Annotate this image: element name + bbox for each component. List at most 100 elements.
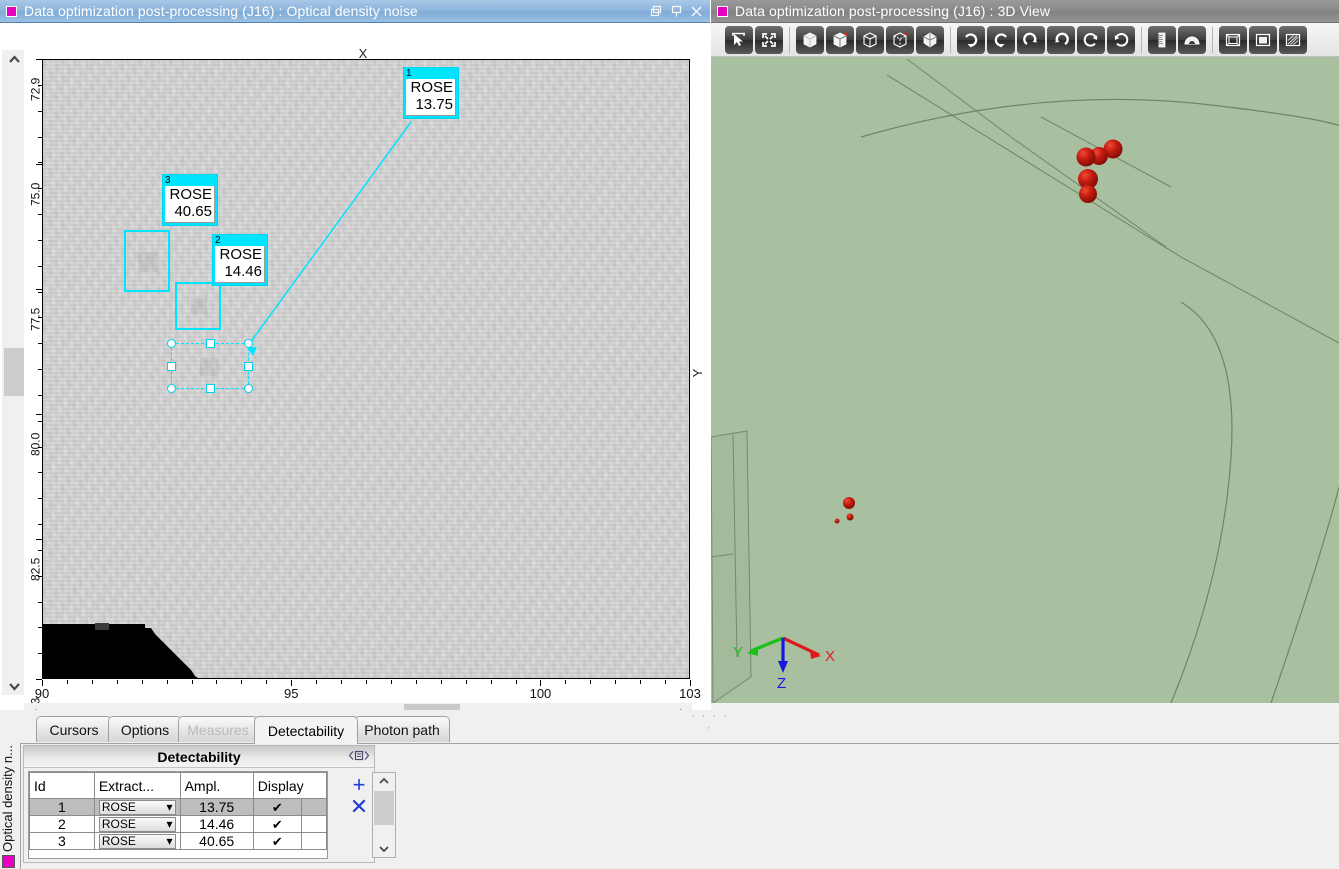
handle-middle-left[interactable]: [167, 362, 176, 371]
right-window-titlebar[interactable]: Data optimization post-processing (J16) …: [711, 0, 1339, 23]
handle-bottom-right[interactable]: [244, 384, 253, 393]
measure-angle-icon[interactable]: [1178, 25, 1206, 54]
tab-options[interactable]: Options: [108, 716, 182, 742]
scroll-down-arrow[interactable]: [3, 678, 25, 694]
restore-icon[interactable]: [650, 5, 663, 18]
callout-2[interactable]: 2 ROSE 14.46: [212, 234, 268, 286]
tab-cursors[interactable]: Cursors: [36, 716, 112, 742]
tab-photon-path[interactable]: Photon path: [354, 716, 450, 742]
chevron-down-icon: ▾: [166, 799, 173, 814]
3d-viewport[interactable]: X Y Z: [711, 57, 1339, 703]
fit-all-icon[interactable]: [755, 25, 783, 54]
axis-z-label: Z: [777, 675, 786, 692]
left-window-titlebar[interactable]: Data optimization post-processing (J16) …: [0, 0, 710, 23]
solid-mode-icon[interactable]: [1249, 25, 1277, 54]
wireframe-view-icon[interactable]: [856, 25, 884, 54]
table-row[interactable]: 1 ROSE ▾ 13.75 ✔: [29, 798, 328, 816]
clip-view-icon[interactable]: [916, 25, 944, 54]
rotate-down-icon[interactable]: [957, 25, 985, 54]
column-header-ampl[interactable]: Ampl.: [179, 772, 254, 799]
table-row[interactable]: 3 ROSE ▾ 40.65 ✔: [29, 832, 328, 850]
callout-1-body: ROSE 13.75: [406, 79, 456, 116]
column-header-id[interactable]: Id: [29, 772, 95, 799]
cell-display[interactable]: ✔: [252, 798, 302, 816]
3d-scene: X Y Z: [711, 57, 1339, 703]
x-minor-tick: [166, 680, 168, 684]
table-scroll-down-arrow[interactable]: [373, 841, 395, 857]
handle-top-center[interactable]: [206, 339, 215, 348]
rotate-right-icon[interactable]: [1017, 25, 1045, 54]
x-minor-tick: [590, 680, 592, 684]
extractor-dropdown[interactable]: ROSE ▾: [98, 799, 176, 815]
checkmark-icon: ✔: [271, 817, 283, 832]
plot-container: X Y 72.975.077.580.082.585.3: [0, 23, 710, 725]
spin-cw-icon[interactable]: [1107, 25, 1135, 54]
handle-bottom-left[interactable]: [167, 384, 176, 393]
vertical-scroll-thumb[interactable]: [4, 348, 24, 396]
callout-2-extractor: ROSE: [219, 246, 262, 263]
shaded-edges-view-icon[interactable]: [826, 25, 854, 54]
spin-ccw-icon[interactable]: [1077, 25, 1105, 54]
x-minor-tick: [440, 680, 442, 684]
cell-display[interactable]: ✔: [252, 815, 302, 833]
tab-label: Detectability: [267, 722, 345, 739]
callout-1[interactable]: 1 ROSE 13.75: [403, 67, 459, 119]
x-minor-tick: [490, 680, 492, 684]
cell-spacer: [300, 832, 328, 850]
callout-1-id: 1: [406, 68, 412, 79]
cell-extractor[interactable]: ROSE ▾: [93, 815, 181, 833]
table-scroll-up-arrow[interactable]: [373, 773, 395, 789]
table-action-buttons: + ✕: [346, 774, 372, 818]
rotate-left-icon[interactable]: [1047, 25, 1075, 54]
extractor-dropdown[interactable]: ROSE ▾: [98, 816, 176, 832]
callout-3-extractor: ROSE: [169, 186, 212, 203]
3d-toolbar: [711, 23, 1339, 57]
callout-2-body: ROSE 14.46: [215, 246, 265, 283]
scroll-up-arrow[interactable]: [3, 51, 25, 67]
tab-label: Measures: [187, 721, 249, 738]
rotate-up-icon[interactable]: [987, 25, 1015, 54]
x-minor-tick: [291, 680, 293, 684]
saturated-black-region: [43, 623, 198, 678]
callout-3[interactable]: 3 ROSE 40.65: [162, 174, 218, 226]
x-minor-tick: [565, 680, 567, 684]
handle-top-left[interactable]: [167, 339, 176, 348]
measure-length-icon[interactable]: [1148, 25, 1176, 54]
detectability-table-wrapper[interactable]: Id Extract... Ampl. Display 1 ROSE ▾ 13.75 ✔…: [28, 771, 328, 859]
hidden-line-view-icon[interactable]: [886, 25, 914, 54]
detectability-table-scrollbar[interactable]: [372, 772, 396, 858]
column-header-extractor[interactable]: Extract...: [93, 772, 181, 799]
table-row[interactable]: 2 ROSE ▾ 14.46 ✔: [29, 815, 328, 833]
x-minor-tick: [66, 680, 68, 684]
handle-bottom-center[interactable]: [206, 384, 215, 393]
toolbar-separator: [789, 26, 790, 53]
x-axis: 90 95 100 103: [35, 680, 701, 702]
roi-rect-2[interactable]: [175, 282, 221, 330]
shaded-view-icon[interactable]: [796, 25, 824, 54]
cell-display[interactable]: ✔: [252, 832, 302, 850]
extractor-dropdown[interactable]: ROSE ▾: [98, 833, 176, 849]
dock-icon[interactable]: [348, 750, 370, 764]
hatch-mode-icon[interactable]: [1279, 25, 1307, 54]
roi-2-core: [191, 298, 207, 314]
handle-top-right[interactable]: [244, 339, 253, 348]
close-icon[interactable]: [690, 5, 703, 18]
roi-rect-3[interactable]: [124, 230, 170, 292]
plot-vertical-scrollbar[interactable]: [2, 50, 24, 695]
panel-vertical-label: Optical density n...: [0, 745, 15, 852]
remove-row-button[interactable]: ✕: [346, 796, 372, 818]
column-header-display[interactable]: Display: [252, 772, 328, 799]
tab-detectability[interactable]: Detectability: [254, 716, 358, 744]
callout-2-id: 2: [215, 235, 221, 246]
cell-extractor[interactable]: ROSE ▾: [93, 798, 181, 816]
select-tool-icon[interactable]: [725, 25, 753, 54]
table-scroll-thumb[interactable]: [374, 791, 394, 825]
cell-extractor[interactable]: ROSE ▾: [93, 832, 181, 850]
handle-middle-right[interactable]: [244, 362, 253, 371]
selection-rectangle[interactable]: [167, 339, 253, 393]
x-minor-tick: [615, 680, 617, 684]
add-row-button[interactable]: +: [346, 774, 372, 796]
heatmap-canvas[interactable]: 1 ROSE 13.75 3 ROSE 40.65 2 ROSE 14.46: [42, 59, 690, 679]
bounding-box-icon[interactable]: [1219, 25, 1247, 54]
pin-icon[interactable]: [670, 5, 683, 18]
